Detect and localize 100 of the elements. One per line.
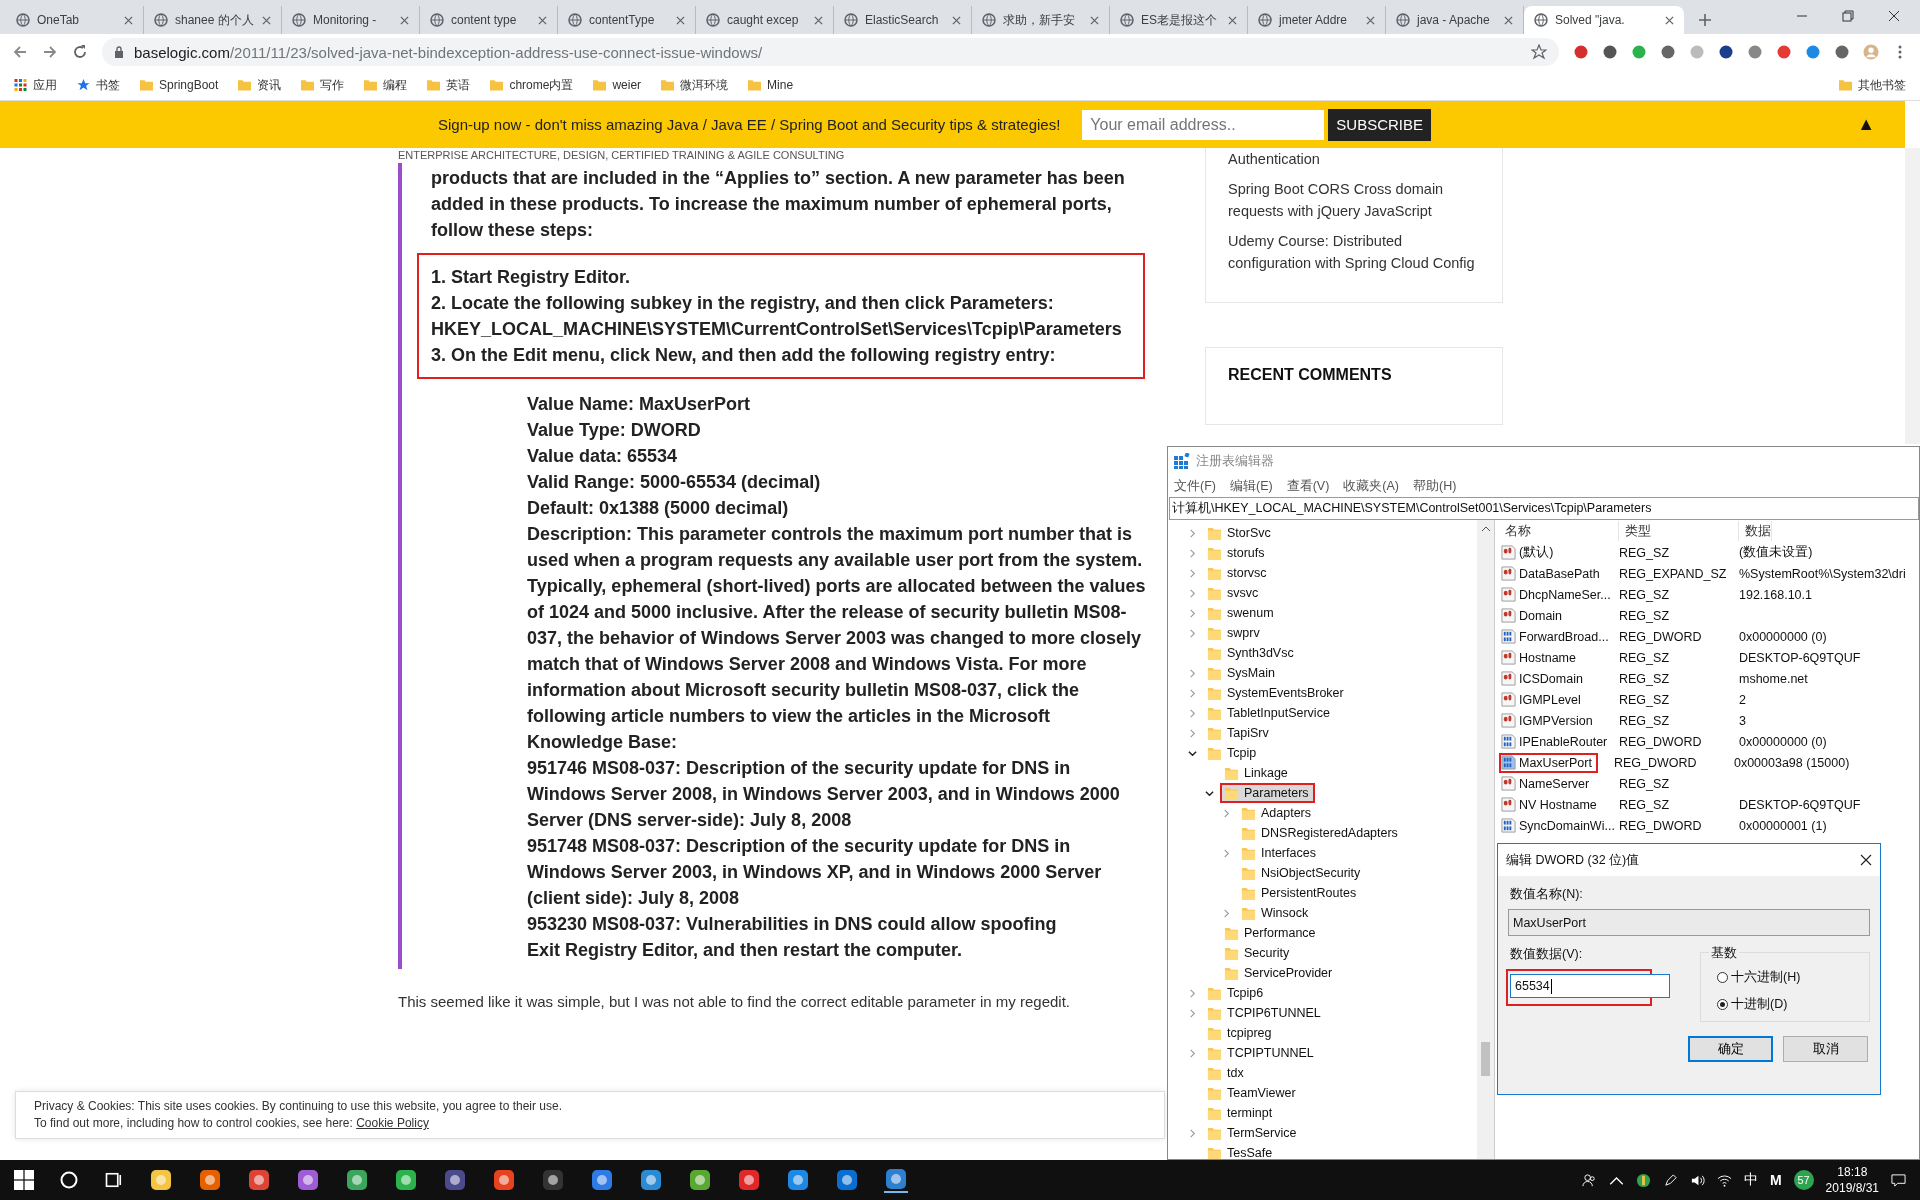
menu-item[interactable]: 文件(F) [1174, 477, 1216, 495]
tree-item[interactable]: Winsock [1237, 903, 1315, 923]
tree-item[interactable]: DNSRegisteredAdapters [1237, 823, 1404, 843]
bookmark-item[interactable]: chrome内置 [490, 76, 574, 94]
value-name-cell[interactable]: NameServer [1499, 773, 1617, 794]
radio-option[interactable]: 十进制(D) [1717, 996, 1861, 1013]
tree-item[interactable]: TapiSrv [1203, 723, 1275, 743]
tree-item[interactable]: Tcpip6 [1203, 983, 1270, 1003]
caret-right-icon[interactable] [1188, 988, 1197, 998]
caret-right-icon[interactable] [1188, 568, 1197, 578]
tree-item[interactable]: storufs [1203, 543, 1271, 563]
radio-icon[interactable] [1717, 972, 1728, 983]
tree-item[interactable]: SystemEventsBroker [1203, 683, 1350, 703]
taskbar-app-icon[interactable] [296, 1168, 320, 1192]
forward-icon[interactable] [42, 44, 58, 60]
tree-item[interactable]: TeamViewer [1203, 1083, 1302, 1103]
menu-item[interactable]: 编辑(E) [1229, 477, 1273, 495]
caret-right-icon[interactable] [1188, 688, 1197, 698]
tree-item[interactable]: NsiObjectSecurity [1237, 863, 1367, 883]
cookie-policy-link[interactable]: Cookie Policy [356, 1116, 429, 1130]
bookmark-item[interactable]: 资讯 [238, 76, 282, 94]
caret-right-icon[interactable] [1222, 808, 1231, 818]
taskbar-app-icon[interactable] [737, 1168, 761, 1192]
caret-right-icon[interactable] [1188, 728, 1197, 738]
tree-item[interactable]: ServiceProvider [1220, 963, 1339, 983]
clock-time[interactable]: 18:18 [1837, 1164, 1868, 1180]
new-tab-icon[interactable] [1698, 13, 1712, 27]
value-name-cell[interactable]: IGMPVersion [1499, 710, 1617, 731]
browser-tab[interactable]: OneTab [6, 6, 144, 34]
menu-item[interactable]: 收藏夹(A) [1343, 477, 1399, 495]
caret-right-icon[interactable] [1188, 548, 1197, 558]
caret-right-icon[interactable] [1188, 588, 1197, 598]
caret-right-icon[interactable] [1188, 668, 1197, 678]
taskbar-app-icon[interactable] [786, 1168, 810, 1192]
task-view-icon[interactable] [104, 1170, 124, 1190]
ok-button[interactable]: 确定 [1688, 1036, 1773, 1062]
taskbar-app-icon[interactable] [149, 1168, 173, 1192]
tree-item[interactable]: swenum [1203, 603, 1280, 623]
value-name-cell[interactable]: IGMPLevel [1499, 689, 1617, 710]
address-field[interactable]: baselogic.com/2011/11/23/solved-java-net-bindexception-address-use-connect-issue-windows/ [102, 38, 1559, 66]
post-link[interactable]: Authentication [1228, 148, 1480, 170]
value-name-field[interactable]: MaxUserPort [1508, 909, 1870, 936]
extension-icon[interactable] [1660, 44, 1676, 60]
taskbar-app-icon[interactable] [884, 1167, 908, 1193]
browser-tab[interactable]: Monitoring - [282, 6, 420, 34]
bookmark-item[interactable]: 应用 [14, 76, 57, 94]
value-name-cell[interactable]: DhcpNameSer... [1499, 584, 1617, 605]
tree-item[interactable]: TabletInputService [1203, 703, 1336, 723]
taskbar-app-icon[interactable] [443, 1168, 467, 1192]
extension-icon[interactable] [1834, 44, 1850, 60]
tree-item[interactable]: TCPIP6TUNNEL [1203, 1003, 1327, 1023]
tree-item[interactable]: StorSvc [1203, 523, 1277, 543]
tree-item[interactable]: TCPIPTUNNEL [1203, 1043, 1320, 1063]
radio-option[interactable]: 十六进制(H) [1717, 969, 1861, 986]
tree-item[interactable]: Synth3dVsc [1203, 643, 1300, 663]
value-name-cell[interactable]: Domain [1499, 605, 1617, 626]
tree-item[interactable]: swprv [1203, 623, 1266, 643]
value-name-cell[interactable]: SyncDomainWi... [1499, 815, 1617, 836]
key-path-field[interactable]: 计算机\HKEY_LOCAL_MACHINE\SYSTEM\ControlSet001\Services\Tcpip\Parameters [1169, 497, 1919, 520]
browser-tab[interactable]: shanee 的个人 [144, 6, 282, 34]
column-header[interactable]: 类型 [1619, 521, 1739, 541]
wifi-icon[interactable] [1716, 1172, 1732, 1188]
value-name-cell[interactable]: MaxUserPort [1499, 752, 1598, 773]
caret-right-icon[interactable] [1188, 708, 1197, 718]
value-name-cell[interactable]: (默认) [1499, 542, 1617, 563]
extension-icon[interactable] [1776, 44, 1792, 60]
search-icon[interactable] [59, 1170, 79, 1190]
browser-tab[interactable]: contentType [558, 6, 696, 34]
tree-item[interactable]: tdx [1203, 1063, 1250, 1083]
taskbar-app-icon[interactable] [394, 1168, 418, 1192]
tree-item[interactable]: Tcpip [1203, 743, 1263, 763]
bookmark-item[interactable]: weier [593, 78, 642, 92]
value-name-cell[interactable]: ForwardBroad... [1499, 626, 1617, 647]
close-icon[interactable] [1888, 10, 1900, 22]
value-name-cell[interactable]: NV Hostname [1499, 794, 1617, 815]
caret-right-icon[interactable] [1188, 528, 1197, 538]
reload-icon[interactable] [72, 44, 88, 60]
tree-item[interactable]: tcpipreg [1203, 1023, 1278, 1043]
browser-tab[interactable]: ES老是报这个 [1110, 6, 1248, 34]
clock-date[interactable]: 2019/8/31 [1825, 1180, 1879, 1196]
extension-icon[interactable] [1718, 44, 1734, 60]
pen-icon[interactable] [1662, 1172, 1678, 1188]
taskbar-app-icon[interactable] [541, 1168, 565, 1192]
bookmark-item[interactable]: 微洱环境 [661, 76, 729, 94]
bookmark-item[interactable]: SpringBoot [140, 78, 219, 92]
bookmark-star-icon[interactable] [1531, 44, 1547, 60]
value-name-cell[interactable]: ICSDomain [1499, 668, 1617, 689]
bookmark-item[interactable]: 书签 [77, 76, 120, 94]
taskbar-app-icon[interactable] [198, 1168, 222, 1192]
tree-item[interactable]: storvsc [1203, 563, 1273, 583]
tree-item[interactable]: SysMain [1203, 663, 1281, 683]
input-method-indicator[interactable]: 中 [1743, 1171, 1758, 1189]
caret-right-icon[interactable] [1188, 628, 1197, 638]
post-link[interactable]: Spring Boot CORS Cross domain requests with jQuery JavaScript [1228, 178, 1480, 222]
scroll-up-icon[interactable] [1480, 526, 1491, 532]
browser-tab[interactable]: jmeter Addre [1248, 6, 1386, 34]
menu-item[interactable]: 帮助(H) [1413, 477, 1457, 495]
tree-scrollbar[interactable] [1477, 520, 1494, 1159]
taskbar-app-icon[interactable] [590, 1168, 614, 1192]
taskbar-app-icon[interactable] [345, 1168, 369, 1192]
